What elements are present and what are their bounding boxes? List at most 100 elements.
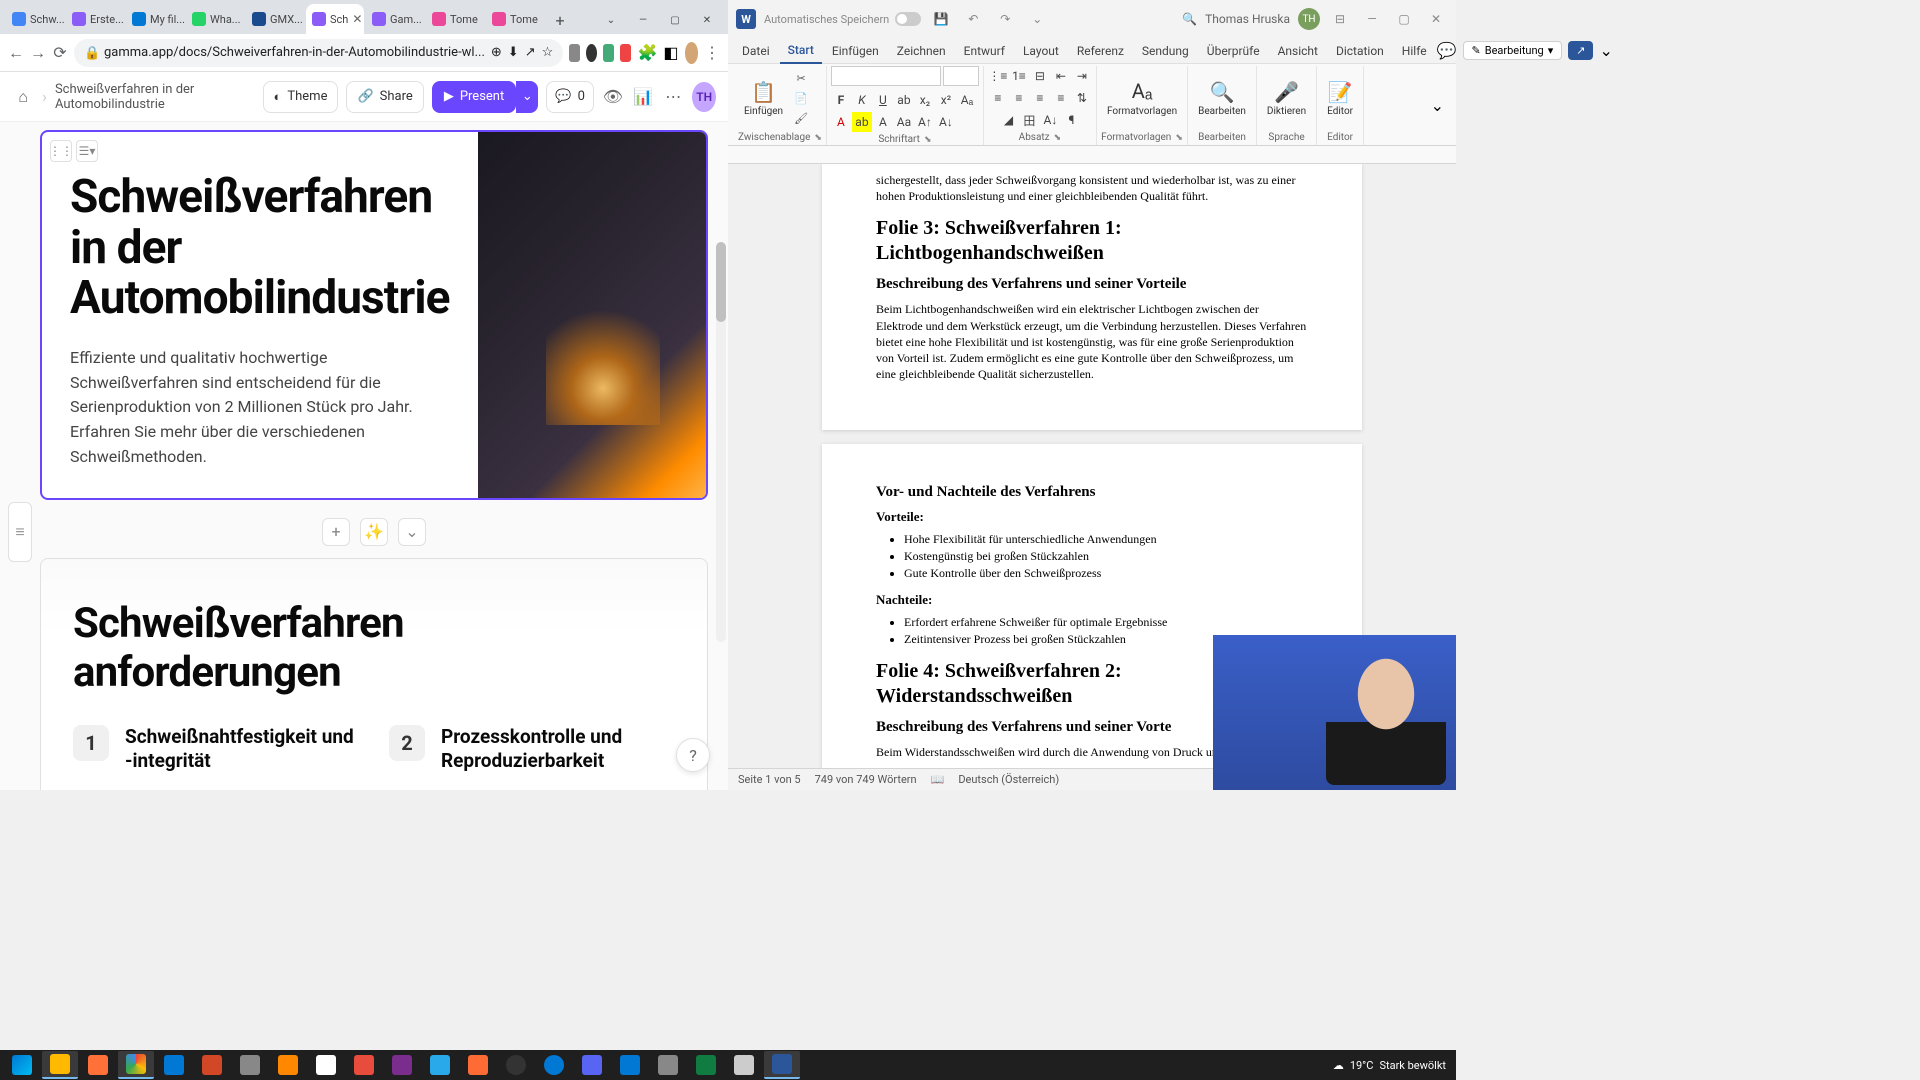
italic-button[interactable]: K	[852, 90, 872, 110]
taskbar-item[interactable]	[536, 1051, 572, 1079]
taskbar-item[interactable]	[764, 1051, 800, 1079]
extension-icon[interactable]	[569, 44, 580, 62]
user-avatar[interactable]: TH	[692, 82, 716, 112]
multilevel-list-icon[interactable]: ⊟	[1030, 66, 1050, 86]
dialog-launcher-icon[interactable]: ⬊	[814, 133, 822, 143]
window-control[interactable]: —	[1360, 7, 1384, 31]
font-size-select[interactable]	[943, 66, 979, 86]
dialog-launcher-icon[interactable]: ⬊	[924, 135, 932, 145]
browser-tab[interactable]: Tome	[486, 4, 544, 34]
present-button[interactable]: ▶Present	[432, 81, 516, 113]
align-left-icon[interactable]: ≡	[988, 88, 1008, 108]
insights-icon[interactable]: 👁	[602, 83, 624, 111]
tab-einfuegen[interactable]: Einfügen	[824, 38, 887, 64]
borders-icon[interactable]: 田	[1019, 110, 1039, 130]
comments-icon[interactable]: 💬	[1437, 41, 1457, 60]
heading-1[interactable]: Folie 3: Schweißverfahren 1: Lichtbogenh…	[876, 216, 1308, 266]
reload-button[interactable]: ⟳	[52, 40, 68, 66]
justify-icon[interactable]: ≡	[1051, 88, 1071, 108]
close-button[interactable]: ✕	[692, 6, 722, 34]
ruler[interactable]	[728, 146, 1456, 164]
window-control[interactable]: ▢	[1392, 7, 1416, 31]
user-avatar[interactable]: TH	[1298, 8, 1320, 30]
list-item[interactable]: Gute Kontrolle über den Schweißprozess	[904, 565, 1308, 582]
dialog-launcher-icon[interactable]: ⬊	[1175, 133, 1183, 143]
browser-tab[interactable]: GMX...	[246, 4, 304, 34]
editing-button[interactable]: 🔍Bearbeiten	[1192, 78, 1252, 119]
list-item[interactable]: Erfordert erfahrene Schweißer für optima…	[904, 614, 1308, 631]
back-button[interactable]: ←	[8, 40, 24, 66]
help-button[interactable]: ?	[676, 738, 710, 772]
bullet-list[interactable]: Hohe Flexibilität für unterschiedliche A…	[904, 531, 1308, 581]
drag-handle-icon[interactable]: ⋮⋮	[50, 140, 72, 162]
word-count[interactable]: 749 von 749 Wörtern	[815, 773, 917, 786]
heading-3[interactable]: Nachteile:	[876, 592, 1308, 608]
autosave-toggle[interactable]: Automatisches Speichern	[764, 12, 921, 26]
ai-card-button[interactable]: ✨	[360, 518, 388, 546]
tab-zeichnen[interactable]: Zeichnen	[889, 38, 954, 64]
maximize-button[interactable]: ▢	[660, 6, 690, 34]
taskbar-item[interactable]	[612, 1051, 648, 1079]
share-button[interactable]: ↗	[1568, 41, 1593, 60]
tab-dictation[interactable]: Dictation	[1328, 38, 1392, 64]
gamma-canvas[interactable]: ≡ ⋮⋮ ☰▾ Schweißverfahren in der Automobi…	[0, 122, 728, 790]
browser-tab[interactable]: Gam...	[366, 4, 424, 34]
dropdown-icon[interactable]: ⌄	[596, 6, 626, 34]
tab-referenzen[interactable]: Referenz	[1069, 38, 1132, 64]
numbering-icon[interactable]: 1≡	[1009, 66, 1029, 86]
paste-button[interactable]: 📋Einfügen	[738, 78, 789, 119]
taskbar-item[interactable]	[422, 1051, 458, 1079]
taskbar-item[interactable]	[80, 1051, 116, 1079]
tab-start[interactable]: Start	[780, 38, 822, 64]
scrollbar[interactable]	[716, 242, 726, 642]
shading-icon[interactable]: ◢	[998, 110, 1018, 130]
page-indicator[interactable]: Seite 1 von 5	[738, 773, 801, 786]
collapse-ribbon-icon[interactable]: ⌄	[1599, 41, 1612, 60]
qat-dropdown-icon[interactable]: ⌄	[1025, 7, 1049, 31]
taskbar-item[interactable]	[308, 1051, 344, 1079]
strikethrough-button[interactable]: ab	[894, 90, 914, 110]
taskbar-item[interactable]	[194, 1051, 230, 1079]
slide-body[interactable]: Effiziente und qualitativ hochwertige Sc…	[70, 346, 450, 470]
forward-button[interactable]: →	[30, 40, 46, 66]
browser-tab[interactable]: My fil...	[126, 4, 184, 34]
column-heading[interactable]: Schweißnahtfestigkeit und -integrität	[125, 725, 359, 773]
line-spacing-icon[interactable]: ⇅	[1072, 88, 1092, 108]
decrease-indent-icon[interactable]: ⇤	[1051, 66, 1071, 86]
clear-format-icon[interactable]: Aₐ	[957, 90, 977, 110]
cut-icon[interactable]: ✂	[791, 69, 811, 87]
subscript-button[interactable]: x₂	[915, 90, 935, 110]
slide-image[interactable]	[478, 132, 707, 498]
paragraph[interactable]: Beim Lichtbogenhandschweißen wird ein el…	[876, 301, 1308, 382]
sidepanel-icon[interactable]: ◧	[663, 42, 678, 64]
underline-button[interactable]: U	[873, 90, 893, 110]
font-family-select[interactable]	[831, 66, 941, 86]
browser-tab[interactable]: Wha...	[186, 4, 244, 34]
extension-icon[interactable]	[620, 44, 631, 62]
change-case-icon[interactable]: Aa	[894, 112, 914, 132]
highlight-icon[interactable]: ab	[852, 112, 872, 132]
shrink-font-icon[interactable]: A↓	[936, 112, 956, 132]
taskbar-item[interactable]	[726, 1051, 762, 1079]
align-center-icon[interactable]: ≡	[1009, 88, 1029, 108]
extension-icon[interactable]	[603, 44, 614, 62]
list-item[interactable]: Kostengünstig bei großen Stückzahlen	[904, 548, 1308, 565]
taskbar-item[interactable]	[384, 1051, 420, 1079]
taskbar-item[interactable]	[574, 1051, 610, 1079]
paragraph[interactable]: sichergestellt, dass jeder Schweißvorgan…	[876, 172, 1308, 204]
slide-card[interactable]: Schweißverfahren anforderungen 1 Schweiß…	[40, 558, 708, 790]
text-effects-icon[interactable]: A	[873, 112, 893, 132]
undo-icon[interactable]: ↶	[961, 7, 985, 31]
share-icon[interactable]: ↗	[525, 45, 536, 60]
slide-title[interactable]: Schweißverfahren anforderungen	[73, 599, 675, 697]
tab-ansicht[interactable]: Ansicht	[1270, 38, 1326, 64]
font-color-icon[interactable]: A	[831, 112, 851, 132]
heading-2[interactable]: Beschreibung des Verfahrens und seiner V…	[876, 276, 1308, 293]
tab-hilfe[interactable]: Hilfe	[1394, 38, 1435, 64]
tab-entwurf[interactable]: Entwurf	[956, 38, 1013, 64]
address-bar[interactable]: 🔒 gamma.app/docs/Schweiverfahren-in-der-…	[74, 39, 563, 67]
bookmark-icon[interactable]: ☆	[542, 45, 554, 60]
editing-mode-button[interactable]: ✎Bearbeitung▾	[1463, 41, 1563, 60]
comments-button[interactable]: 💬0	[546, 81, 594, 113]
slide-title[interactable]: Schweißverfahren in der Automobilindustr…	[70, 172, 450, 324]
